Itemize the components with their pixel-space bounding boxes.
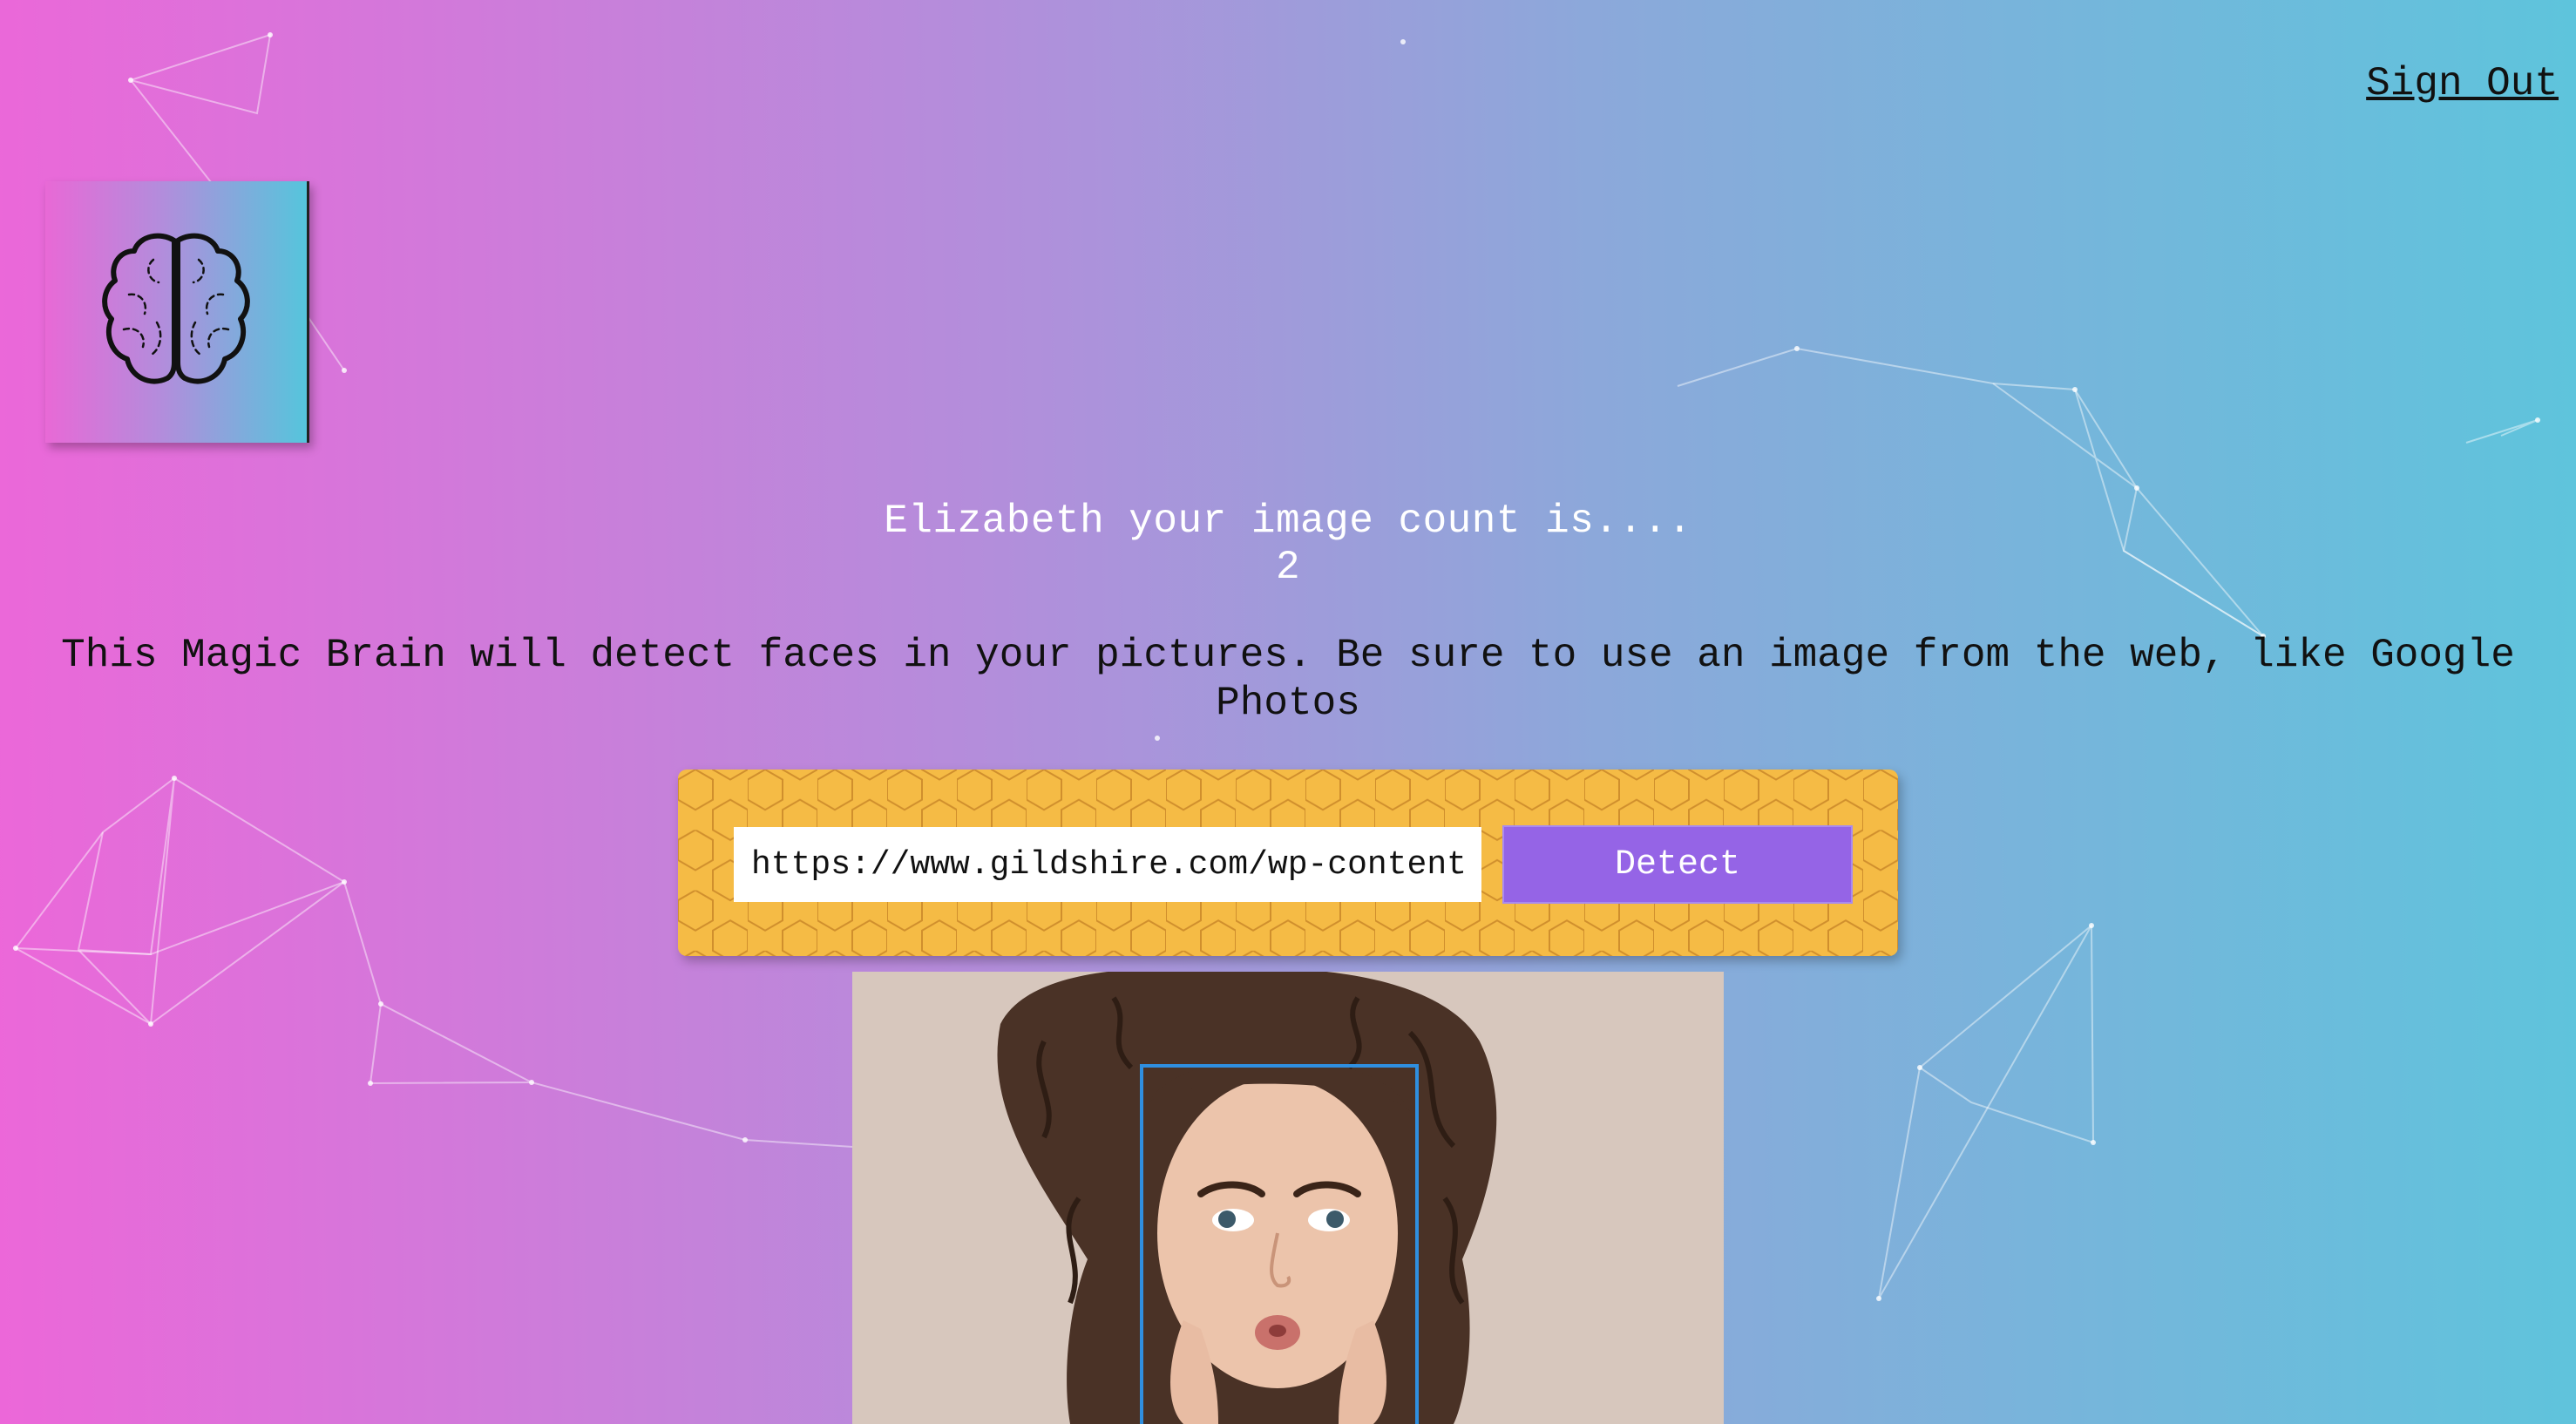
brain-logo <box>45 181 309 443</box>
image-url-input[interactable] <box>734 827 1481 902</box>
sign-out-link[interactable]: Sign Out <box>2366 61 2559 106</box>
face-bounding-box <box>1140 1064 1419 1424</box>
intro-text: This Magic Brain will detect faces in yo… <box>61 633 2515 726</box>
image-link-form: Detect <box>678 770 1898 956</box>
detect-button[interactable]: Detect <box>1502 825 1853 904</box>
rank-name-line: Elizabeth your image count is.... <box>884 498 1692 544</box>
image-count: 2 <box>1275 545 1301 590</box>
detected-image <box>852 972 1724 1424</box>
brain-icon <box>102 233 250 384</box>
